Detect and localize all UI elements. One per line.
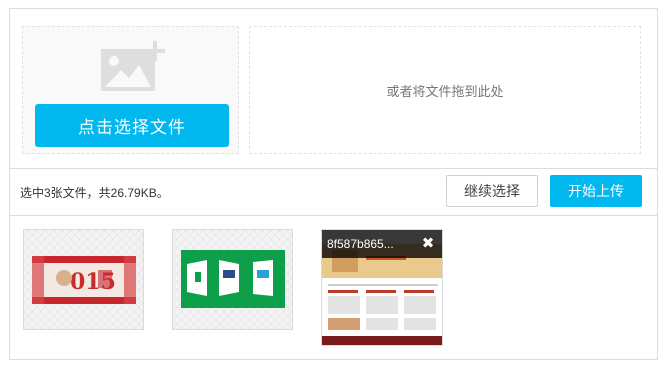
choose-file-button[interactable]: 点击选择文件 — [35, 104, 229, 147]
uploader-panel: 点击选择文件 或者将文件拖到此处 选中3张文件，共26.79KB。 继续选择 开… — [9, 8, 658, 360]
file-thumbnail[interactable]: 015 — [23, 229, 144, 330]
file-thumbnail[interactable]: 8f587b865... ✖ — [321, 229, 443, 346]
thumbnail-preview-image: 015 — [32, 256, 136, 304]
continue-select-button[interactable]: 继续选择 — [446, 175, 538, 207]
thumbnail-preview-image — [181, 250, 285, 308]
file-picker-area[interactable]: 点击选择文件 — [22, 26, 239, 154]
remove-file-icon[interactable]: ✖ — [420, 236, 436, 252]
drag-drop-area[interactable]: 或者将文件拖到此处 — [249, 26, 641, 154]
selection-info: 选中3张文件，共26.79KB。 — [20, 186, 169, 200]
file-name: 8f587b865... — [327, 237, 394, 251]
image-add-icon — [101, 41, 165, 91]
drag-hint-text: 或者将文件拖到此处 — [386, 83, 504, 99]
file-thumbnail[interactable] — [172, 229, 293, 330]
status-bar: 选中3张文件，共26.79KB。 继续选择 开始上传 — [10, 168, 657, 216]
start-upload-button[interactable]: 开始上传 — [550, 175, 642, 207]
